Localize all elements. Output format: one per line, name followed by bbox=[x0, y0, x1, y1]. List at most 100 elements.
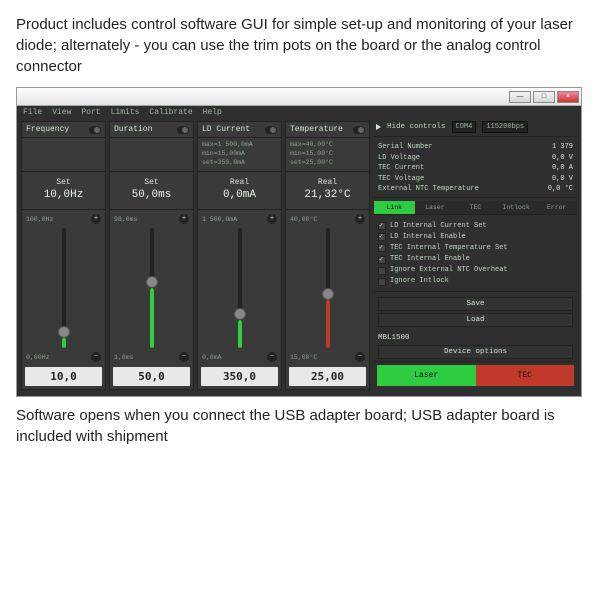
minus-button[interactable]: − bbox=[179, 352, 189, 362]
channel-info: max=40,00°Cmin=15,00°Cset=25,00°C bbox=[286, 138, 369, 172]
app-window: — □ × File View Port Limits Calibrate He… bbox=[16, 87, 582, 397]
channel-slider[interactable] bbox=[62, 228, 66, 348]
channel-big-label: Real bbox=[288, 178, 367, 187]
minus-button[interactable]: − bbox=[355, 352, 365, 362]
channel-2: LD Current max=1 500,0mAmin=15,00mAset=35… bbox=[197, 121, 282, 390]
window-close-button[interactable]: × bbox=[557, 91, 579, 103]
channel-value-input[interactable]: 10,0 bbox=[25, 367, 102, 386]
checkbox-row[interactable]: TEC Internal Temperature Set bbox=[378, 243, 573, 254]
checkbox-icon[interactable] bbox=[378, 244, 386, 252]
status-tec: TEC bbox=[455, 201, 496, 214]
play-icon bbox=[376, 124, 381, 130]
channel-toggle[interactable] bbox=[177, 126, 189, 134]
checkbox-icon[interactable] bbox=[378, 233, 386, 241]
menu-port[interactable]: Port bbox=[81, 108, 100, 117]
intro-text: Product includes control software GUI fo… bbox=[16, 14, 584, 77]
channel-info bbox=[22, 138, 105, 172]
status-link: Link bbox=[374, 201, 415, 214]
stat-row: LD Voltage0,0 V bbox=[378, 153, 573, 164]
plus-button[interactable]: + bbox=[179, 214, 189, 224]
channel-slider[interactable] bbox=[238, 228, 242, 348]
channel-value-input[interactable]: 25,00 bbox=[289, 367, 366, 386]
checkbox-icon[interactable] bbox=[378, 222, 386, 230]
checkbox-label: Ignore External NTC Overheat bbox=[390, 265, 508, 276]
plus-button[interactable]: + bbox=[91, 214, 101, 224]
minus-button[interactable]: − bbox=[267, 352, 277, 362]
outro-text: Software opens when you connect the USB … bbox=[16, 405, 584, 447]
device-options-button[interactable]: Device options bbox=[378, 345, 573, 359]
channel-big-value: 50,0ms bbox=[112, 189, 191, 201]
channel-min-label: 1,0ms bbox=[114, 354, 134, 361]
menu-calibrate[interactable]: Calibrate bbox=[149, 108, 192, 117]
stat-row: TEC Current0,0 A bbox=[378, 163, 573, 174]
status-lights: LinkLaserTECIntlockError bbox=[374, 201, 577, 215]
channel-big-value: 21,32°C bbox=[288, 189, 367, 201]
menu-help[interactable]: Help bbox=[203, 108, 222, 117]
checkbox-panel: LD Internal Current SetLD Internal Enabl… bbox=[374, 218, 577, 292]
window-titlebar: — □ × bbox=[17, 88, 581, 106]
channel-max-label: 40,00°C bbox=[290, 216, 317, 223]
load-button[interactable]: Load bbox=[378, 313, 573, 327]
channel-title: Temperature bbox=[290, 125, 343, 134]
menu-view[interactable]: View bbox=[52, 108, 71, 117]
hide-controls-label[interactable]: Hide controls bbox=[387, 123, 446, 131]
checkbox-row[interactable]: TEC Internal Enable bbox=[378, 254, 573, 265]
plus-button[interactable]: + bbox=[267, 214, 277, 224]
stat-row: External NTC Temperature0,0 °C bbox=[378, 184, 573, 195]
baud-select[interactable]: 115200bps bbox=[482, 121, 528, 133]
channel-min-label: 0,00Hz bbox=[26, 354, 49, 361]
checkbox-icon[interactable] bbox=[378, 256, 386, 264]
channel-max-label: 100,0Hz bbox=[26, 216, 53, 223]
checkbox-row[interactable]: Ignore Intlock bbox=[378, 276, 573, 287]
menu-bar: File View Port Limits Calibrate Help bbox=[17, 106, 581, 119]
channel-max-label: 98,0ms bbox=[114, 216, 137, 223]
menu-limits[interactable]: Limits bbox=[111, 108, 140, 117]
channel-toggle[interactable] bbox=[265, 126, 277, 134]
channel-min-label: 0,0mA bbox=[202, 354, 222, 361]
channel-1: Duration Set 50,0ms 98,0ms +1,0ms − 50,0 bbox=[109, 121, 194, 390]
checkbox-label: LD Internal Enable bbox=[390, 232, 466, 243]
channel-big-label: Set bbox=[24, 178, 103, 187]
channel-slider[interactable] bbox=[326, 228, 330, 348]
channel-info bbox=[110, 138, 193, 172]
checkbox-label: Ignore Intlock bbox=[390, 276, 449, 287]
channel-toggle[interactable] bbox=[353, 126, 365, 134]
menu-file[interactable]: File bbox=[23, 108, 42, 117]
channel-title: LD Current bbox=[202, 125, 250, 134]
channel-min-label: 15,00°C bbox=[290, 354, 317, 361]
channel-3: Temperature max=40,00°Cmin=15,00°Cset=25,… bbox=[285, 121, 370, 390]
stat-row: Serial Number1 379 bbox=[378, 142, 573, 153]
tec-button[interactable]: TEC bbox=[476, 365, 575, 386]
channel-info: max=1 500,0mAmin=15,00mAset=350,0mA bbox=[198, 138, 281, 172]
port-select[interactable]: COM4 bbox=[452, 121, 477, 133]
checkbox-label: LD Internal Current Set bbox=[390, 221, 487, 232]
channel-big-value: 0,0mA bbox=[200, 189, 279, 201]
channel-value-input[interactable]: 350,0 bbox=[201, 367, 278, 386]
checkbox-row[interactable]: LD Internal Current Set bbox=[378, 221, 573, 232]
channel-value-input[interactable]: 50,0 bbox=[113, 367, 190, 386]
stats-panel: Serial Number1 379 LD Voltage0,0 VTEC Cu… bbox=[374, 140, 577, 198]
checkbox-icon[interactable] bbox=[378, 267, 386, 275]
laser-button[interactable]: Laser bbox=[377, 365, 476, 386]
channel-big-value: 10,0Hz bbox=[24, 189, 103, 201]
channel-big-label: Set bbox=[112, 178, 191, 187]
checkbox-icon[interactable] bbox=[378, 278, 386, 286]
channel-title: Frequency bbox=[26, 125, 69, 134]
save-button[interactable]: Save bbox=[378, 297, 573, 311]
channel-big-label: Real bbox=[200, 178, 279, 187]
plus-button[interactable]: + bbox=[355, 214, 365, 224]
stat-row: TEC Voltage0,0 V bbox=[378, 174, 573, 185]
channel-0: Frequency Set 10,0Hz 100,0Hz +0,00Hz − 10,0 bbox=[21, 121, 106, 390]
window-maximize-button[interactable]: □ bbox=[533, 91, 555, 103]
checkbox-label: TEC Internal Temperature Set bbox=[390, 243, 508, 254]
side-panel: Hide controls COM4 115200bps Serial Numb… bbox=[374, 121, 577, 390]
checkbox-row[interactable]: LD Internal Enable bbox=[378, 232, 573, 243]
status-error: Error bbox=[536, 201, 577, 214]
minus-button[interactable]: − bbox=[91, 352, 101, 362]
channel-toggle[interactable] bbox=[89, 126, 101, 134]
window-minimize-button[interactable]: — bbox=[509, 91, 531, 103]
channel-slider[interactable] bbox=[150, 228, 154, 348]
status-laser: Laser bbox=[415, 201, 456, 214]
channel-title: Duration bbox=[114, 125, 152, 134]
checkbox-row[interactable]: Ignore External NTC Overheat bbox=[378, 265, 573, 276]
